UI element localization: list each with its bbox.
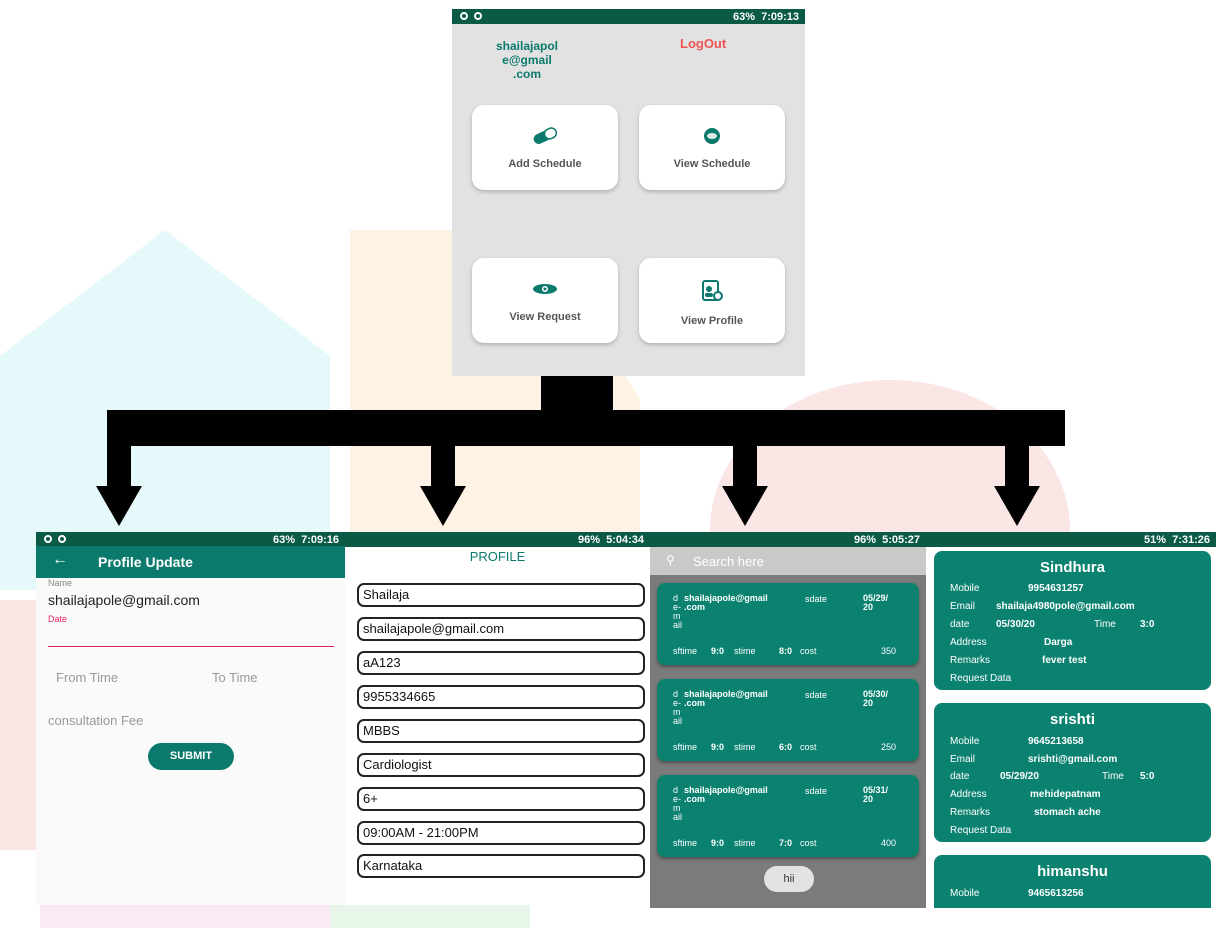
view-profile-card[interactable]: View Profile [639,258,785,343]
profile-specialization-field[interactable]: Cardiologist [357,753,645,777]
page-title: PROFILE [469,549,526,564]
schedule-item[interactable]: d e- m ail shailajapole@gmail .com sdate… [657,583,919,665]
logout-button[interactable]: LogOut [680,36,726,51]
consultation-fee-field[interactable]: consultation Fee [48,713,143,728]
clock: 5:04:34 [606,533,644,546]
profile-location-field[interactable]: Karnataka [357,854,645,878]
hii-button[interactable]: hii [764,866,814,892]
arrow-crossbar [107,410,1065,446]
profile-update-screen: 63% 7:09:16 ← Profile Update Name shaila… [36,532,345,905]
arrow-head [420,486,466,526]
schedule-list-screen: 96% 5:05:27 ⚲ Search here d e- m ail sha… [650,532,926,908]
search-input[interactable]: Search here [693,554,764,569]
profile-qualification-field[interactable]: MBBS [357,719,645,743]
app-bar: ← Profile Update [36,546,345,578]
name-label: Name [48,578,73,588]
card-label: View Profile [680,315,744,327]
date-label: Date [48,614,68,624]
arrow-shaft [733,410,757,488]
back-arrow-icon[interactable]: ← [52,551,68,569]
schedule-item[interactable]: d e- m ail shailajapole@gmail .com sdate… [657,679,919,761]
profile-screen: 96% 5:04:34 PROFILE Shailaja shailajapol… [345,532,650,905]
request-card[interactable]: himanshu Mobile 9465613256 [934,855,1211,908]
to-time-field[interactable]: To Time [212,670,258,685]
arrow-head [722,486,768,526]
status-bar: 63% 7:09:13 [452,9,805,24]
battery-level: 63% [273,533,296,546]
battery-level: 51% [1144,533,1167,546]
clock: 7:09:16 [301,533,339,546]
name-field[interactable]: shailajapole@gmail.com [48,592,200,608]
clock: 7:31:26 [1172,533,1210,546]
arrow-shaft [107,410,131,488]
battery-level: 96% [854,533,877,546]
arrow-shaft [431,410,455,488]
date-field[interactable] [48,646,334,647]
arrow-head [994,486,1040,526]
search-icon: ⚲ [666,553,675,567]
patient-name: srishti [1049,711,1095,728]
profile-mobile-field[interactable]: 9955334665 [357,685,645,709]
status-bar: 96% 5:05:27 [650,532,926,547]
arrow-shaft [1005,410,1029,488]
view-schedule-card[interactable]: View Schedule [639,105,785,190]
page-title: Profile Update [98,554,193,570]
disc-icon [702,127,722,145]
status-bar: 63% 7:09:16 [36,532,345,547]
request-card[interactable]: srishti Mobile 9645213658 Email srishti@gm… [934,703,1211,842]
battery-level: 63% [733,10,756,23]
arrow-trunk [541,376,613,412]
from-time-field[interactable]: From Time [56,670,118,685]
search-bar[interactable]: ⚲ Search here [650,547,926,575]
doctor-home-screen: 63% 7:09:13 shailajapol e@gmail .com Log… [452,9,805,376]
requests-screen: 51% 7:31:26 Sindhura Mobile 9954631257 Em… [926,532,1216,908]
arrow-head [96,486,142,526]
schedule-item[interactable]: d e- m ail shailajapole@gmail .com sdate… [657,775,919,857]
card-label: View Schedule [673,158,751,170]
patient-name: Sindhura [1039,559,1105,576]
profile-name-field[interactable]: Shailaja [357,583,645,607]
profile-experience-field[interactable]: 6+ [357,787,645,811]
profile-password-field[interactable]: aA123 [357,651,645,675]
pill-icon [530,127,560,145]
profile-timings-field[interactable]: 09:00AM - 21:00PM [357,821,645,845]
card-label: View Request [509,311,581,323]
view-request-card[interactable]: View Request [472,258,618,343]
add-schedule-card[interactable]: Add Schedule [472,105,618,190]
request-card[interactable]: Sindhura Mobile 9954631257 Email shailaja4… [934,551,1211,690]
status-bar: 51% 7:31:26 [926,532,1216,547]
battery-level: 96% [578,533,601,546]
submit-button[interactable]: SUBMIT [148,743,234,770]
eye-icon [532,280,558,298]
clock: 5:05:27 [882,533,920,546]
watermark-shape [0,600,40,850]
patient-name: himanshu [1037,863,1108,880]
card-label: Add Schedule [508,158,582,170]
status-bar: 96% 5:04:34 [345,532,650,547]
user-email: shailajapol e@gmail .com [495,39,559,81]
clock: 7:09:13 [761,10,799,23]
profile-card-icon [701,280,723,301]
profile-email-field[interactable]: shailajapole@gmail.com [357,617,645,641]
